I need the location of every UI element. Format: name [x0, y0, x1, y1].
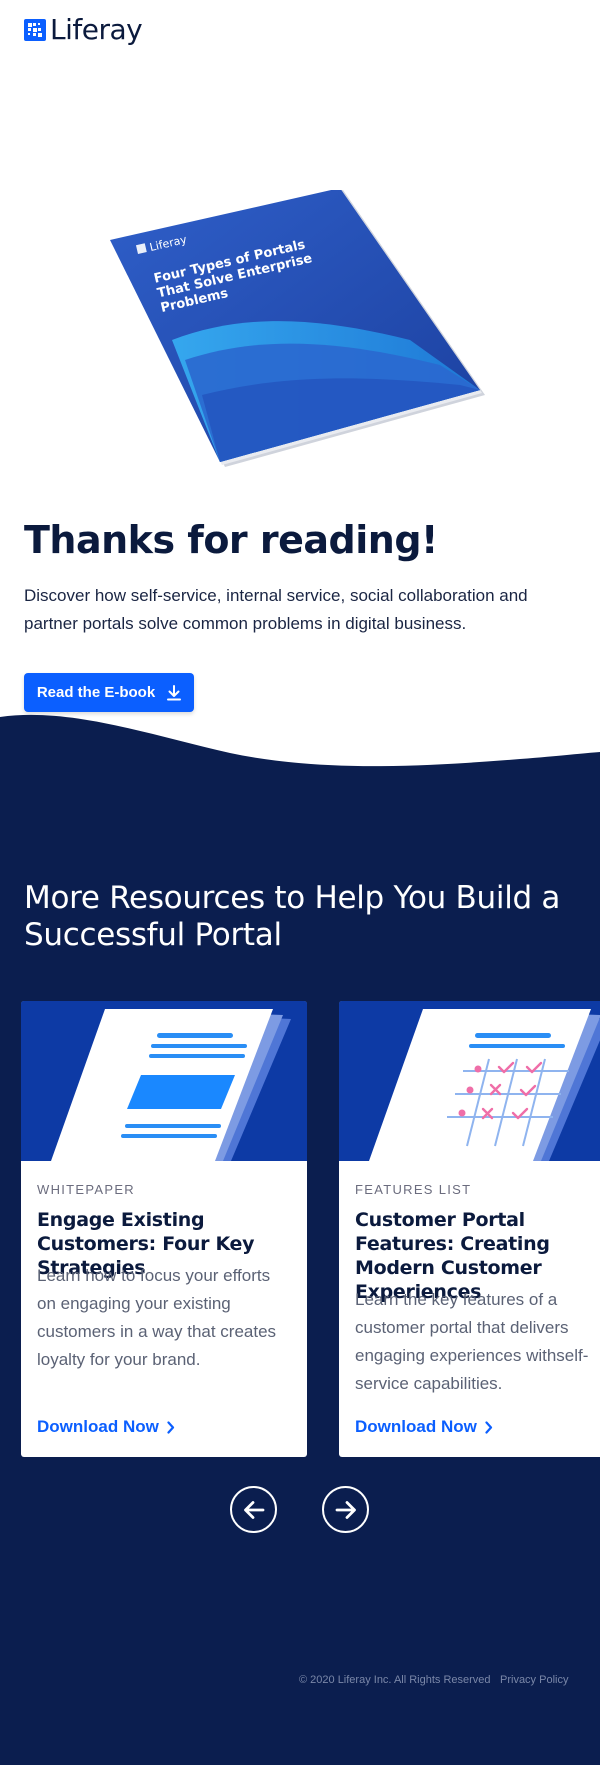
- download-now-link[interactable]: Download Now: [37, 1417, 175, 1437]
- arrow-left-icon: [243, 1500, 264, 1519]
- chevron-right-icon: [167, 1420, 174, 1434]
- card-description: Learn the key features of a customer por…: [355, 1290, 589, 1393]
- document-icon: [21, 1001, 307, 1161]
- privacy-policy-link[interactable]: Privacy Policy: [500, 1674, 568, 1686]
- card-category: FEATURES LIST: [355, 1182, 472, 1197]
- carousel-prev-button[interactable]: [230, 1486, 277, 1533]
- carousel-next-button[interactable]: [322, 1486, 369, 1533]
- resources-heading: More Resources to Help You Build a Succe…: [24, 880, 561, 953]
- site-header: Liferay: [0, 0, 600, 60]
- download-now-link[interactable]: Download Now: [355, 1417, 493, 1437]
- download-now-label: Download Now: [37, 1417, 159, 1436]
- section-wave-divider: [0, 714, 600, 775]
- read-ebook-label: Read the E-book: [36, 684, 156, 701]
- card-description: Learn how to focus your efforts on engag…: [37, 1266, 277, 1369]
- ebook-cover-graphic: Liferay Four Types of Portals That Solve…: [110, 188, 485, 467]
- hero-description: Discover how self-service, internal serv…: [24, 586, 528, 633]
- ebook-cover-illustration: Liferay Four Types of Portals That Solve…: [110, 188, 500, 480]
- resource-card-whitepaper[interactable]: WHITEPAPER Engage Existing Customers: Fo…: [21, 1001, 307, 1457]
- resource-card-features-list[interactable]: FEATURES LIST Customer Portal Features: …: [339, 1001, 600, 1457]
- liferay-logo-icon: [24, 19, 46, 41]
- logo-wordmark: Liferay: [50, 13, 143, 46]
- footer-copyright: © 2020 Liferay Inc. All Rights Reserved: [299, 1674, 491, 1686]
- arrow-right-icon: [335, 1500, 356, 1519]
- chevron-right-icon: [485, 1420, 492, 1434]
- liferay-logo[interactable]: Liferay: [24, 13, 143, 46]
- page-title: Thanks for reading!: [24, 518, 438, 562]
- card-category: WHITEPAPER: [37, 1182, 135, 1197]
- download-icon: [167, 684, 182, 700]
- card-image: [339, 1001, 600, 1161]
- download-now-label: Download Now: [355, 1417, 477, 1436]
- card-image: [21, 1001, 307, 1161]
- checklist-grid-icon: [339, 1001, 600, 1161]
